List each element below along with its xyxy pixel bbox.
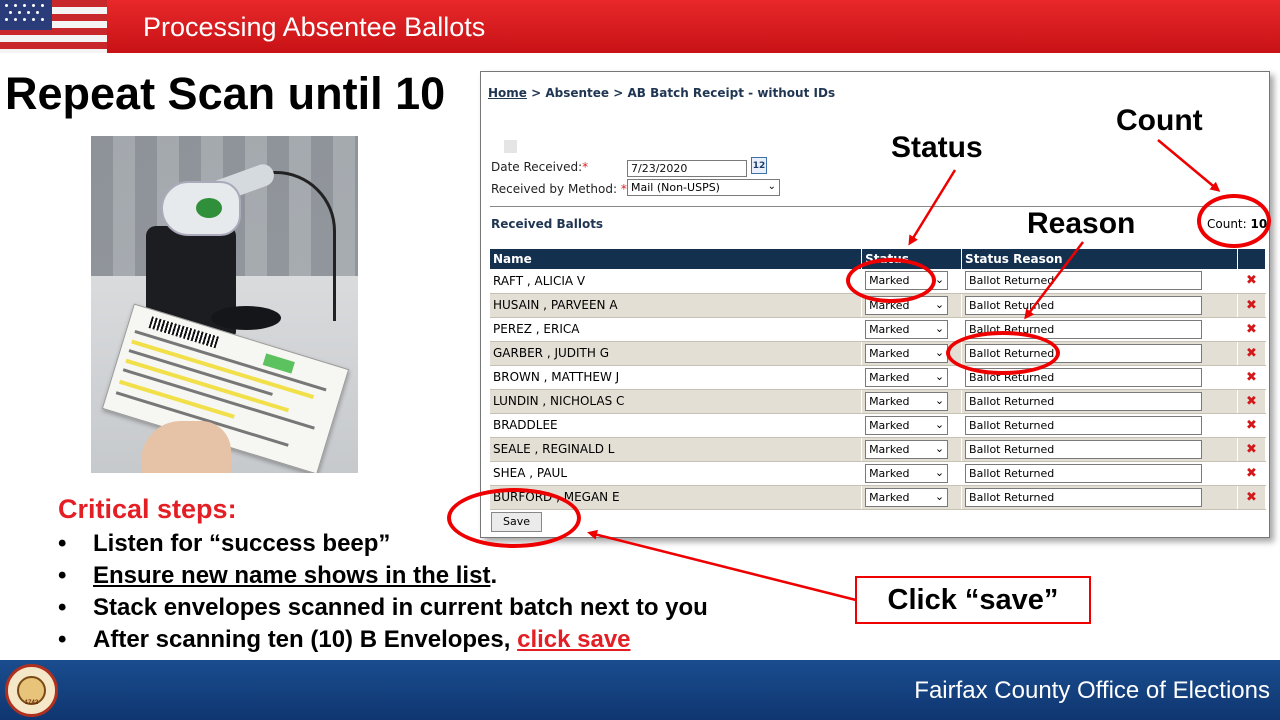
status-select[interactable]: Marked ⌄: [865, 343, 949, 363]
click-save-callout: Click “save”: [855, 576, 1091, 624]
ballot-name: LUNDIN , NICHOLAS C: [490, 389, 863, 414]
footer-org-name: Fairfax County Office of Elections: [914, 677, 1270, 704]
ballot-name: RAFT , ALICIA V: [490, 269, 863, 294]
scanner-photo: [91, 136, 358, 473]
placeholder-box: [504, 140, 517, 153]
step-item: • After scanning ten (10) B Envelopes, cl…: [58, 626, 631, 653]
county-seal-logo: 1742: [5, 664, 58, 717]
status-select[interactable]: Marked ⌄: [865, 367, 949, 387]
delete-icon[interactable]: ✖: [1237, 365, 1266, 390]
delete-icon[interactable]: ✖: [1237, 389, 1266, 414]
chevron-down-icon: ⌄: [934, 489, 945, 503]
step-item: • Ensure new name shows in the list.: [58, 562, 498, 589]
ab-batch-receipt-screen: Home > Absentee > AB Batch Receipt - wit…: [480, 71, 1270, 538]
delete-icon[interactable]: ✖: [1237, 293, 1266, 318]
column-header-delete: [1237, 249, 1266, 269]
received-method-label: Received by Method: *: [491, 182, 627, 196]
count-highlight-ring: [1197, 194, 1271, 248]
status-reason-field[interactable]: Ballot Returned: [965, 487, 1203, 507]
table-row: BROWN , MATTHEW J Marked ⌄ Ballot Returne…: [490, 365, 1266, 390]
ballot-name: SHEA , PAUL: [490, 461, 863, 486]
critical-steps-title: Critical steps:: [58, 494, 237, 524]
delete-icon[interactable]: ✖: [1237, 461, 1266, 486]
chevron-down-icon: ⌄: [934, 273, 945, 287]
chevron-down-icon: ⌄: [934, 465, 945, 479]
delete-icon[interactable]: ✖: [1237, 269, 1266, 294]
status-select[interactable]: Marked ⌄: [865, 415, 949, 435]
table-row: BRADDLEE Marked ⌄ Ballot Returned ✖: [490, 413, 1266, 438]
count-callout-label: Count: [1116, 104, 1203, 137]
ballot-name: PEREZ , ERICA: [490, 317, 863, 342]
reason-highlight-ring: [946, 331, 1060, 375]
step-item: • Stack envelopes scanned in current batc…: [58, 594, 708, 621]
received-ballots-label: Received Ballots: [491, 217, 604, 231]
table-row: SEALE , REGINALD L Marked ⌄ Ballot Return…: [490, 437, 1266, 462]
status-reason-field[interactable]: Ballot Returned: [965, 295, 1203, 315]
delete-icon[interactable]: ✖: [1237, 317, 1266, 342]
column-header-name: Name: [490, 249, 863, 269]
slide-title: Processing Absentee Ballots: [143, 12, 486, 42]
delete-icon[interactable]: ✖: [1237, 437, 1266, 462]
date-received-label: Date Received:*: [491, 160, 589, 174]
breadcrumb: Home > Absentee > AB Batch Receipt - wit…: [488, 86, 836, 100]
click-save-link[interactable]: click save: [517, 626, 630, 653]
breadcrumb-absentee[interactable]: Absentee: [545, 86, 609, 100]
table-row: BURFORD , MEGAN E Marked ⌄ Ballot Returne…: [490, 485, 1266, 510]
ballot-name: SEALE , REGINALD L: [490, 437, 863, 462]
chevron-down-icon: ⌄: [934, 321, 945, 335]
breadcrumb-home-link[interactable]: Home: [488, 86, 527, 100]
delete-icon[interactable]: ✖: [1237, 413, 1266, 438]
divider: [490, 206, 1260, 207]
reason-callout-label: Reason: [1027, 207, 1136, 240]
calendar-icon[interactable]: 12: [751, 157, 767, 174]
status-reason-field[interactable]: Ballot Returned: [965, 463, 1203, 483]
chevron-down-icon: ⌄: [934, 417, 945, 431]
chevron-down-icon: ⌄: [934, 441, 945, 455]
status-reason-field[interactable]: Ballot Returned: [965, 439, 1203, 459]
received-method-select[interactable]: Mail (Non-USPS) ⌄: [627, 179, 780, 196]
ballot-name: BROWN , MATTHEW J: [490, 365, 863, 390]
status-select[interactable]: Marked ⌄: [865, 439, 949, 459]
status-select[interactable]: Marked ⌄: [865, 319, 949, 339]
status-select[interactable]: Marked ⌄: [865, 391, 949, 411]
status-select[interactable]: Marked ⌄: [865, 487, 949, 507]
status-select[interactable]: Marked ⌄: [865, 463, 949, 483]
title-bar: Processing Absentee Ballots: [0, 0, 1280, 53]
slide-heading: Repeat Scan until 10: [5, 68, 446, 119]
chevron-down-icon: ⌄: [934, 297, 945, 311]
status-reason-field[interactable]: Ballot Returned: [965, 415, 1203, 435]
delete-icon[interactable]: ✖: [1237, 485, 1266, 510]
status-highlight-ring: [846, 258, 936, 303]
chevron-down-icon: ⌄: [934, 345, 945, 359]
chevron-down-icon: ⌄: [934, 393, 945, 407]
critical-steps-list: • Listen for “success beep” • Ensure new n…: [58, 530, 708, 658]
chevron-down-icon: ⌄: [767, 181, 776, 192]
date-received-field[interactable]: 7/23/2020: [627, 160, 747, 177]
status-callout-label: Status: [891, 131, 983, 164]
chevron-down-icon: ⌄: [934, 369, 945, 383]
delete-icon[interactable]: ✖: [1237, 341, 1266, 366]
column-header-status-reason: Status Reason: [961, 249, 1238, 269]
breadcrumb-current-page: AB Batch Receipt - without IDs: [627, 86, 836, 100]
ballot-name: BRADDLEE: [490, 413, 863, 438]
ballot-name: HUSAIN , PARVEEN A: [490, 293, 863, 318]
save-highlight-ring: [447, 488, 581, 548]
status-reason-field[interactable]: Ballot Returned: [965, 271, 1203, 291]
us-flag-image: [0, 0, 107, 53]
table-row: SHEA , PAUL Marked ⌄ Ballot Returned ✖: [490, 461, 1266, 486]
table-row: LUNDIN , NICHOLAS C Marked ⌄ Ballot Retur…: [490, 389, 1266, 414]
table-row: GARBER , JUDITH G Marked ⌄ Ballot Returne…: [490, 341, 1266, 366]
status-reason-field[interactable]: Ballot Returned: [965, 391, 1203, 411]
ballot-name: GARBER , JUDITH G: [490, 341, 863, 366]
footer-bar: 1742 Fairfax County Office of Elections: [0, 660, 1280, 720]
table-row: PEREZ , ERICA Marked ⌄ Ballot Returned ✖: [490, 317, 1266, 342]
